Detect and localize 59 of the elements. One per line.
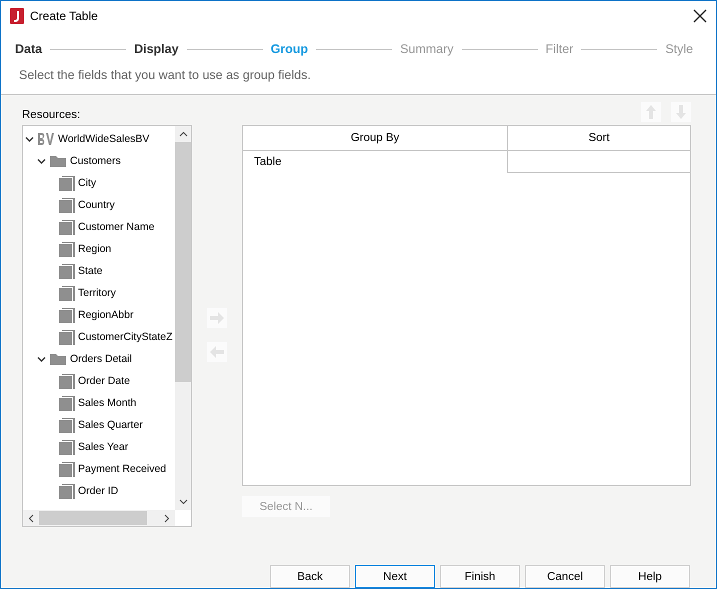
window-title: Create Table [30, 9, 99, 23]
tree-item[interactable]: Order Date [78, 375, 130, 387]
tree-item[interactable]: CustomerCityStateZ [78, 331, 173, 343]
field-icon [59, 461, 75, 477]
field-icon [59, 219, 75, 235]
field-icon [59, 285, 75, 301]
field-icon [59, 439, 75, 455]
tree-item[interactable]: Territory [78, 287, 116, 299]
dialog-button[interactable]: Next [355, 565, 435, 588]
table-cell[interactable]: Table [243, 151, 507, 173]
chevron-icon[interactable] [37, 156, 46, 166]
field-icon [59, 395, 75, 411]
tree-item[interactable]: Sales Month [78, 397, 136, 409]
tree-item[interactable]: Orders Detail [70, 353, 132, 365]
field-icon [59, 175, 75, 191]
instruction-text: Select the fields that you want to use as group fields. [18, 67, 312, 84]
dialog-button[interactable]: Help [610, 565, 690, 588]
field-icon [59, 263, 75, 279]
dialog-button[interactable]: Finish [440, 565, 520, 588]
column-header[interactable]: Group By [243, 126, 507, 150]
tree-item[interactable]: State [78, 265, 103, 277]
tree-item[interactable]: City [78, 177, 96, 189]
scroll-down-icon[interactable] [178, 499, 188, 505]
tree-item[interactable]: Order ID [78, 485, 118, 497]
field-icon [59, 241, 75, 257]
field-icon [59, 373, 75, 389]
folder-icon [49, 352, 67, 366]
tree-item[interactable]: Country [78, 199, 115, 211]
chevron-icon[interactable] [25, 134, 34, 144]
vertical-scrollbar[interactable] [175, 126, 191, 510]
table-cell[interactable] [507, 151, 690, 173]
dialog-button[interactable]: Back [270, 565, 350, 588]
tree-item[interactable]: Region [78, 243, 112, 255]
column-header[interactable]: Sort [507, 126, 690, 150]
scroll-left-icon[interactable] [28, 514, 34, 522]
close-button[interactable] [692, 8, 708, 24]
scroll-right-icon[interactable] [164, 514, 170, 522]
tree-item[interactable]: Customers [70, 155, 121, 167]
wizard-step[interactable]: Display [134, 42, 179, 56]
tree-item[interactable]: RegionAbbr [78, 309, 134, 321]
field-icon [59, 417, 75, 433]
wizard-step[interactable]: Data [15, 42, 42, 56]
tree-item[interactable]: WorldWideSalesBV [58, 133, 150, 145]
scroll-up-icon[interactable] [178, 131, 188, 137]
field-icon [59, 329, 75, 345]
tree-item[interactable]: Sales Quarter [78, 419, 143, 431]
dialog-button[interactable]: Cancel [525, 565, 605, 588]
field-icon [59, 307, 75, 323]
resources-label: Resources: [22, 108, 82, 123]
horizontal-scrollbar[interactable] [23, 510, 175, 526]
tree-item[interactable]: Sales Year [78, 441, 128, 453]
tree-item[interactable]: Payment Received [78, 463, 166, 475]
app-logo-icon [10, 8, 24, 24]
field-icon [59, 197, 75, 213]
field-icon [59, 483, 75, 499]
tree-item[interactable]: Customer Name [78, 221, 154, 233]
chevron-icon[interactable] [37, 354, 46, 364]
view-icon [37, 132, 55, 146]
folder-icon [49, 154, 67, 168]
